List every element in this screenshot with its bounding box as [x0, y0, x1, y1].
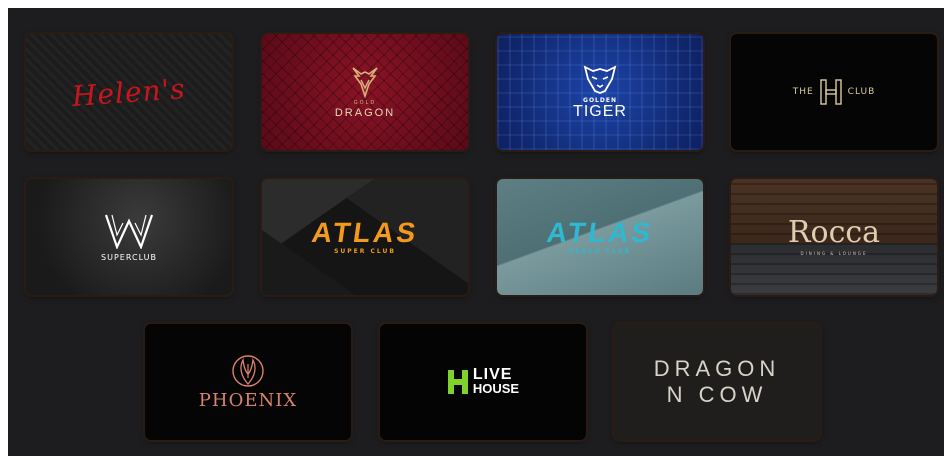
venue-card-helens[interactable]: Helen's [26, 34, 232, 150]
live-house-row: LIVE HOUSE [447, 366, 520, 396]
rocca-subtitle: DINING & LOUNGE [800, 251, 868, 256]
venue-card-w-superclub[interactable]: SUPERCLUB [26, 179, 232, 295]
live-house-line2: HOUSE [472, 381, 520, 396]
the-h-club-logo: THE CLUB [731, 34, 937, 150]
tiger-head-icon [583, 64, 617, 94]
dragon-n-cow-line2: N COW [666, 382, 768, 407]
helens-logo: Helen's [26, 34, 232, 150]
h-block-icon [447, 370, 468, 394]
rocca-wordmark: Rocca [787, 215, 881, 250]
gold-dragon-small-text: GOLD [353, 99, 377, 106]
venue-card-rocca[interactable]: Rocca DINING & LOUNGE [731, 179, 937, 295]
live-house-line1: LIVE [472, 366, 513, 383]
venue-card-golden-tiger[interactable]: GOLDEN TIGER [497, 34, 703, 150]
venue-logo-grid: Helen's GOLD DRAGON GOLDEN TIGER THE CLU… [8, 8, 944, 456]
atlas-beach-club-wordmark: ATLAS [544, 216, 656, 248]
w-superclub-wordmark: SUPERCLUB [101, 252, 157, 262]
rocca-logo: Rocca DINING & LOUNGE [731, 179, 937, 295]
live-house-text: LIVE HOUSE [472, 366, 520, 396]
phoenix-bird-icon [232, 354, 264, 387]
atlas-beach-club-subtitle: BEACH CLUB [568, 247, 632, 255]
phoenix-wordmark: PHOENIX [198, 389, 298, 411]
venue-card-the-h-club[interactable]: THE CLUB [731, 34, 937, 150]
golden-tiger-wordmark: TIGER [573, 102, 627, 120]
w-letter-icon [104, 214, 154, 249]
the-h-club-left-text: THE [792, 87, 814, 97]
atlas-super-club-subtitle: SUPER CLUB [334, 247, 396, 255]
venue-card-phoenix[interactable]: PHOENIX [145, 324, 351, 440]
venue-card-gold-dragon[interactable]: GOLD DRAGON [262, 34, 468, 150]
dragon-n-cow-line1: DRAGON [653, 356, 781, 381]
venue-card-atlas-super-club[interactable]: ATLAS SUPER CLUB [262, 179, 468, 295]
venue-card-live-house[interactable]: LIVE HOUSE [380, 324, 586, 440]
venue-card-dragon-n-cow[interactable]: DRAGON N COW [614, 324, 820, 440]
atlas-super-club-wordmark: ATLAS [309, 216, 421, 248]
the-h-club-right-text: CLUB [847, 87, 876, 97]
the-h-club-row: THE CLUB [793, 79, 876, 105]
dragon-head-icon [352, 66, 378, 98]
golden-tiger-logo: GOLDEN TIGER [497, 34, 703, 150]
atlas-beach-club-logo: ATLAS BEACH CLUB [497, 179, 703, 295]
live-house-logo: LIVE HOUSE [380, 324, 586, 440]
w-superclub-logo: SUPERCLUB [26, 179, 232, 295]
phoenix-logo: PHOENIX [145, 324, 351, 440]
h-monogram-icon [819, 79, 842, 105]
gold-dragon-logo: GOLD DRAGON [262, 34, 468, 150]
atlas-super-club-logo: ATLAS SUPER CLUB [262, 179, 468, 295]
dragon-n-cow-logo: DRAGON N COW [614, 324, 820, 440]
gold-dragon-wordmark: DRAGON [334, 106, 396, 119]
helens-wordmark: Helen's [71, 71, 187, 113]
venue-card-atlas-beach-club[interactable]: ATLAS BEACH CLUB [497, 179, 703, 295]
